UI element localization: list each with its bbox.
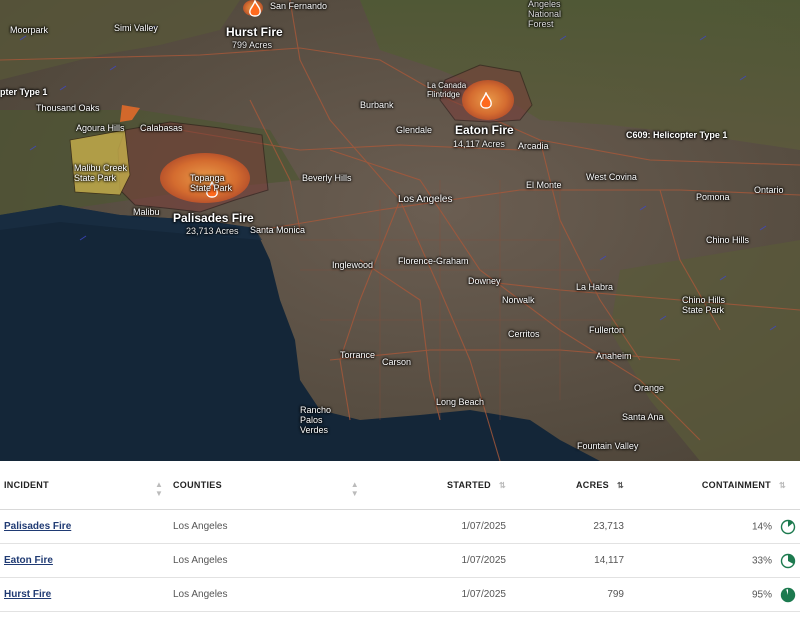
place-label: Malibu Creek State Park [74, 163, 128, 183]
place-label: Arcadia [518, 141, 549, 151]
containment-cell: 33% [628, 543, 800, 578]
containment-cell: 14% [628, 509, 800, 544]
place-label: Beverly Hills [302, 173, 352, 183]
sort-icon[interactable]: ⇅ [779, 481, 786, 490]
column-header-incident[interactable]: INCIDENT ▲ ▼ [0, 461, 163, 510]
incident-cell: Palisades Fire [0, 509, 143, 544]
fire-acres: 799 Acres [232, 40, 273, 50]
incident-link[interactable]: Eaton Fire [4, 555, 53, 566]
place-label: Long Beach [436, 397, 485, 407]
table-row[interactable]: Hurst Fire Los Angeles 1/07/2025 799 95% [0, 577, 800, 612]
place-label: Los Angeles [398, 194, 453, 205]
aircraft-label[interactable]: C609: Helicopter Type 1 [626, 131, 727, 140]
incident-cell: Eaton Fire [0, 543, 143, 578]
place-label: La Canada Flintridge [427, 81, 467, 99]
place-label: Anaheim [596, 351, 632, 361]
fire-label[interactable]: Eaton Fire [455, 124, 514, 136]
place-label: Florence-Graham [398, 256, 469, 266]
fire-marker-icon[interactable] [478, 92, 494, 112]
counties-cell: Los Angeles [143, 577, 377, 612]
place-label: Fountain Valley [577, 441, 639, 451]
place-label: Simi Valley [114, 23, 158, 33]
sort-icon[interactable]: ▲ ▼ [351, 480, 359, 498]
counties-cell: Los Angeles [143, 509, 377, 544]
started-cell: 1/07/2025 [377, 543, 510, 578]
column-header-started[interactable]: STARTED ⇅ [377, 461, 510, 510]
sort-icon[interactable]: ⇅ [499, 481, 506, 490]
place-label: Burbank [360, 100, 394, 110]
place-label: Chino Hills State Park [682, 295, 726, 315]
place-label: Glendale [396, 125, 433, 135]
acres-cell: 14,117 [510, 543, 628, 578]
place-label: La Habra [576, 282, 614, 292]
place-label: Chino Hills [706, 235, 750, 245]
column-header-acres[interactable]: ACRES ⇅ [510, 461, 628, 510]
containment-pie-icon [780, 553, 796, 568]
containment-cell: 95% [628, 577, 800, 612]
place-label: Agoura Hills [76, 123, 125, 133]
map-base [0, 0, 800, 461]
place-label: Rancho Palos Verdes [300, 405, 332, 435]
incident-link[interactable]: Hurst Fire [4, 589, 51, 600]
containment-percent: 14% [751, 521, 772, 533]
place-label: Fullerton [589, 325, 625, 335]
place-label: West Covina [586, 172, 637, 182]
place-label: Santa Ana [622, 412, 664, 422]
incident-cell: Hurst Fire [0, 577, 143, 612]
containment-percent: 33% [751, 555, 772, 567]
table-header-row: INCIDENT ▲ ▼ COUNTIES ▲ ▼ STARTED ⇅ ACRES ⇅ CO… [0, 461, 800, 510]
place-label: Calabasas [140, 123, 183, 133]
column-header-containment[interactable]: CONTAINMENT ⇅ [628, 461, 800, 510]
place-label: Carson [382, 357, 412, 367]
place-label: Thousand Oaks [36, 103, 100, 113]
place-label: Norwalk [502, 295, 535, 305]
place-label: San Fernando [270, 1, 328, 11]
column-header-counties[interactable]: COUNTIES ▲ ▼ [143, 461, 377, 510]
containment-pie-icon [780, 519, 796, 534]
place-label: Moorpark [10, 25, 49, 35]
incident-link[interactable]: Palisades Fire [4, 521, 71, 532]
sort-descending-icon[interactable]: ⇅ [617, 481, 624, 490]
place-label: Inglewood [332, 260, 374, 270]
place-label: El Monte [526, 180, 562, 190]
table-row[interactable]: Eaton Fire Los Angeles 1/07/2025 14,117 33% [0, 543, 800, 578]
incident-table: INCIDENT ▲ ▼ COUNTIES ▲ ▼ STARTED ⇅ ACRES ⇅ CO… [0, 461, 800, 612]
table-row[interactable]: Palisades Fire Los Angeles 1/07/2025 23,713… [0, 509, 800, 544]
pie-slice [781, 588, 795, 601]
acres-cell: 799 [510, 577, 628, 612]
fire-acres: 14,117 Acres [453, 139, 505, 149]
counties-cell: Los Angeles [143, 543, 377, 578]
place-label: Cerritos [508, 329, 540, 339]
place-label: Ontario [754, 185, 784, 195]
place-label: Angeles National Forest [528, 0, 562, 29]
fire-map[interactable]: Hurst Fire 799 Acres Eaton Fire 14,117 A… [0, 0, 800, 461]
containment-pie-icon [780, 587, 796, 602]
place-label: Downey [468, 276, 501, 286]
place-label: Torrance [340, 350, 376, 360]
place-label: Pomona [696, 192, 730, 202]
place-label: Santa Monica [250, 225, 306, 235]
aircraft-label[interactable]: pter Type 1 [0, 88, 47, 97]
incident-table-container: INCIDENT ▲ ▼ COUNTIES ▲ ▼ STARTED ⇅ ACRES ⇅ CO… [0, 461, 800, 617]
place-label: Topanga State Park [190, 173, 233, 193]
fire-label[interactable]: Palisades Fire [173, 212, 254, 224]
fire-label[interactable]: Hurst Fire [226, 26, 283, 38]
acres-cell: 23,713 [510, 509, 628, 544]
fire-marker-icon[interactable] [247, 0, 263, 20]
place-label: Malibu [133, 207, 160, 217]
place-label: Orange [634, 383, 665, 393]
started-cell: 1/07/2025 [377, 509, 510, 544]
fire-acres: 23,713 Acres [186, 226, 239, 236]
containment-percent: 95% [751, 589, 772, 601]
started-cell: 1/07/2025 [377, 577, 510, 612]
